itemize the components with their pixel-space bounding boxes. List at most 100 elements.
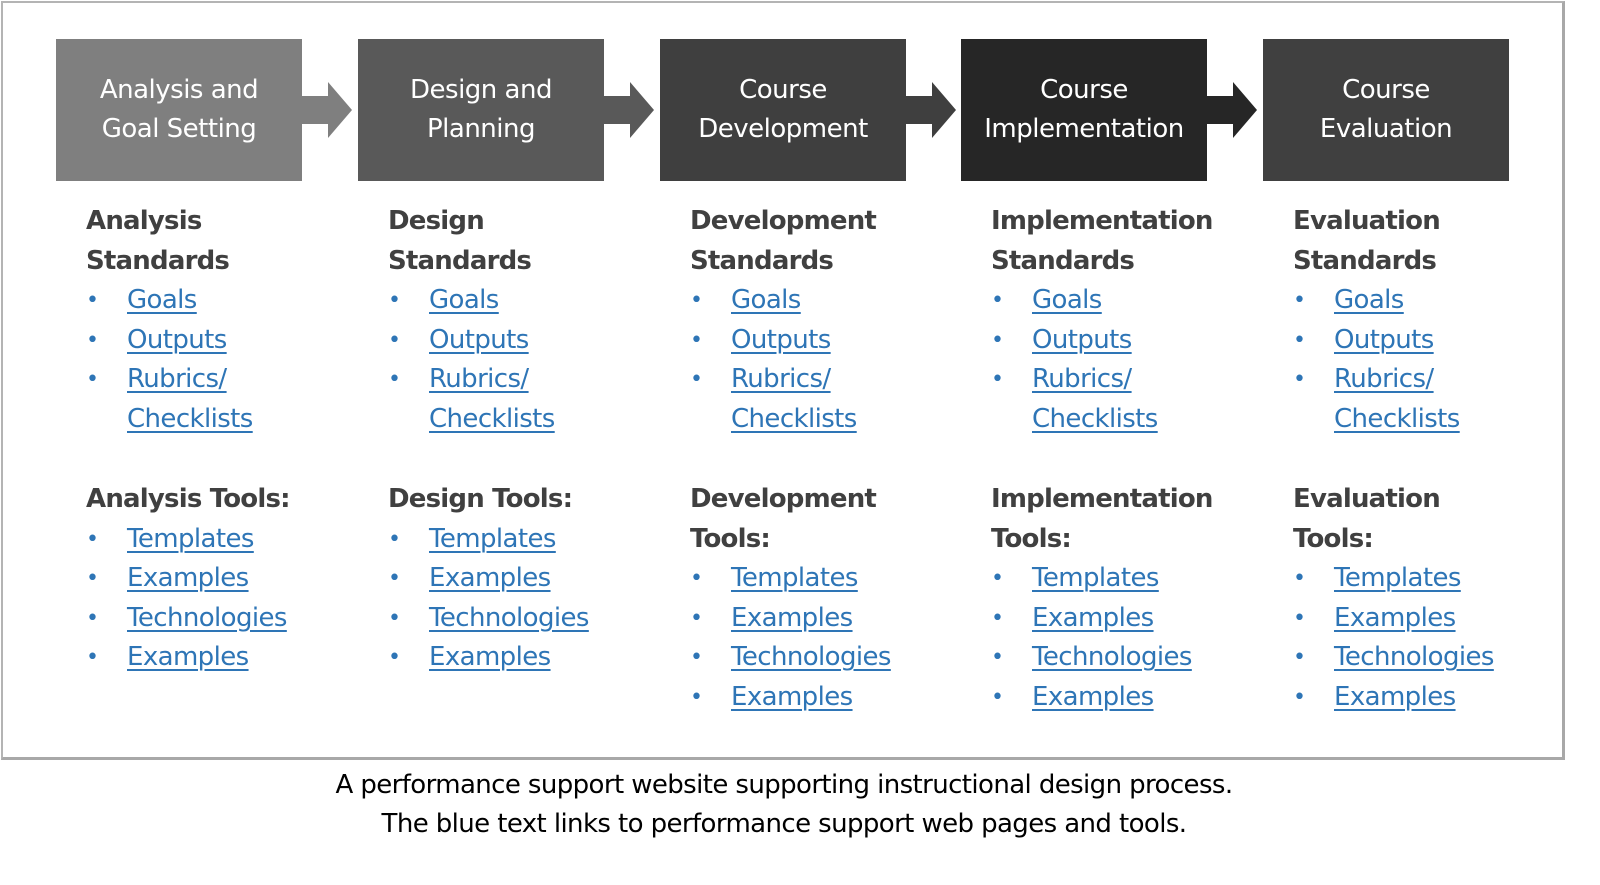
arrow-right-icon (1207, 82, 1257, 138)
link-templates[interactable]: Templates (731, 563, 858, 593)
list-item: Checklists (388, 400, 678, 440)
link-goals[interactable]: Goals (1334, 285, 1404, 315)
link-technologies[interactable]: Technologies (1032, 642, 1192, 672)
link-outputs[interactable]: Outputs (1032, 325, 1132, 355)
bullet-icon: • (1293, 327, 1306, 353)
link-examples[interactable]: Examples (127, 563, 249, 593)
list-item: • Examples (690, 678, 980, 718)
bullet-icon: • (86, 288, 99, 313)
link-checklists[interactable]: Checklists (127, 404, 253, 434)
link-checklists[interactable]: Checklists (429, 404, 555, 434)
list-item: • Outputs (690, 321, 980, 361)
link-examples[interactable]: Examples (1334, 682, 1456, 712)
stage-title-line: Evaluation (1319, 114, 1453, 144)
link-examples[interactable]: Examples (127, 642, 249, 672)
link-goals[interactable]: Goals (1032, 285, 1102, 315)
link-technologies[interactable]: Technologies (127, 603, 287, 633)
link-outputs[interactable]: Outputs (1334, 325, 1434, 355)
link-rubrics[interactable]: Rubrics/ (1032, 364, 1132, 394)
bullet-icon: • (1293, 367, 1306, 392)
link-checklists[interactable]: Checklists (1334, 404, 1460, 434)
link-examples[interactable]: Examples (1334, 603, 1456, 633)
list-item: Checklists (1293, 400, 1583, 440)
tools-heading: Design Tools: (388, 484, 573, 514)
bullet-icon: • (991, 288, 1004, 313)
list-item: • Outputs (1293, 321, 1583, 361)
standards-heading: Standards (388, 245, 532, 276)
bullet-icon: • (388, 288, 401, 313)
link-goals[interactable]: Goals (127, 285, 197, 315)
list-item: • Rubrics/ (690, 360, 980, 400)
link-technologies[interactable]: Technologies (1334, 642, 1494, 672)
stage-column-implementation: Implementation Standards • Goals • Outputs • Ru… (991, 202, 1281, 717)
link-templates[interactable]: Templates (1032, 563, 1159, 593)
stage-column-analysis: Analysis Standards • Goals • Outputs • Rubrics/… (86, 202, 376, 678)
list-item: • Examples (690, 599, 980, 639)
link-checklists[interactable]: Checklists (731, 404, 857, 434)
bullet-icon: • (1293, 645, 1306, 670)
bullet-icon: • (1293, 288, 1306, 313)
link-templates[interactable]: Templates (127, 524, 254, 554)
link-checklists[interactable]: Checklists (1032, 404, 1158, 434)
stage-box-design: Design and Planning (358, 39, 604, 181)
list-item: • Rubrics/ (991, 360, 1281, 400)
bullet-icon: • (690, 684, 703, 710)
caption-line-1: A performance support website supporting… (335, 770, 1233, 800)
list-item: • Technologies (690, 638, 980, 678)
list-item: • Outputs (388, 321, 678, 361)
link-technologies[interactable]: Technologies (731, 642, 891, 672)
list-item: • Examples (388, 559, 678, 599)
link-examples[interactable]: Examples (731, 603, 853, 633)
tools-heading: Tools: (690, 523, 771, 554)
link-templates[interactable]: Templates (1334, 563, 1461, 593)
standards-heading: Standards (991, 245, 1135, 276)
link-examples[interactable]: Examples (731, 682, 853, 712)
standards-list: • Goals • Outputs • Rubrics/Checklists (991, 281, 1281, 439)
stage-column-development: Development Standards • Goals • Outputs • Rubri… (690, 202, 980, 717)
link-examples[interactable]: Examples (429, 642, 551, 672)
stage-box-analysis: Analysis and Goal Setting (56, 39, 302, 181)
list-item: • Rubrics/ (86, 360, 376, 400)
bullet-icon: • (991, 605, 1004, 631)
list-item: Checklists (991, 400, 1281, 440)
link-examples[interactable]: Examples (1032, 603, 1154, 633)
list-item: • Templates (388, 520, 678, 560)
stage-title-line: Analysis and (99, 75, 259, 105)
link-rubrics[interactable]: Rubrics/ (731, 364, 831, 394)
link-technologies[interactable]: Technologies (429, 603, 589, 633)
link-outputs[interactable]: Outputs (127, 325, 227, 355)
standards-heading: Design (388, 206, 485, 236)
list-item: • Technologies (388, 599, 678, 639)
arrow-right-icon (302, 82, 352, 138)
link-rubrics[interactable]: Rubrics/ (127, 364, 227, 394)
link-templates[interactable]: Templates (429, 524, 556, 554)
bullet-icon: • (86, 526, 99, 552)
link-rubrics[interactable]: Rubrics/ (429, 364, 529, 394)
list-item: • Examples (86, 638, 376, 678)
link-examples[interactable]: Examples (1032, 682, 1154, 712)
stage-box-development: Course Development (660, 39, 906, 181)
bullet-icon: • (690, 367, 703, 392)
arrow-right-icon (906, 82, 956, 138)
list-item: • Outputs (86, 321, 376, 361)
bullet-icon: • (991, 327, 1004, 353)
link-goals[interactable]: Goals (429, 285, 499, 315)
bullet-icon: • (388, 566, 401, 591)
standards-list: • Goals • Outputs • Rubrics/Checklists (1293, 281, 1583, 439)
link-outputs[interactable]: Outputs (429, 325, 529, 355)
link-rubrics[interactable]: Rubrics/ (1334, 364, 1434, 394)
link-outputs[interactable]: Outputs (731, 325, 831, 355)
stage-title-line: Design and (410, 75, 552, 105)
bullet-icon: • (690, 327, 703, 353)
stage-box-evaluation: Course Evaluation (1263, 39, 1509, 181)
link-goals[interactable]: Goals (731, 285, 801, 315)
tools-heading: Development (690, 484, 877, 514)
tools-heading: Tools: (1293, 523, 1374, 554)
list-item: • Examples (991, 678, 1281, 718)
standards-heading: Standards (690, 245, 834, 276)
link-examples[interactable]: Examples (429, 563, 551, 593)
